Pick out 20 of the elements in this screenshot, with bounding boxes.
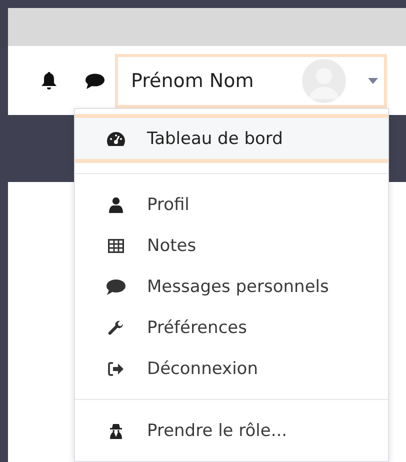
menu-item[interactable]: Profil xyxy=(75,184,388,225)
person-icon xyxy=(109,196,123,212)
table-icon xyxy=(108,238,124,252)
avatar-icon xyxy=(302,58,346,102)
menu-item[interactable]: Notes xyxy=(75,225,388,266)
user-name: Prénom Nom xyxy=(131,70,255,92)
user-menu-button[interactable]: Prénom Nom xyxy=(115,54,387,108)
wrench-icon xyxy=(108,320,124,336)
menu-item[interactable]: Messages personnels xyxy=(75,266,388,307)
chat-bubble-icon[interactable] xyxy=(85,72,105,88)
menu-item[interactable]: Tableau de bord xyxy=(75,114,388,163)
chat-bubble-icon xyxy=(106,278,126,294)
spy-icon xyxy=(109,422,123,438)
dashboard-icon xyxy=(106,130,126,146)
caret-icon xyxy=(368,78,378,84)
sign-out-icon xyxy=(108,362,124,376)
menu-item[interactable]: Préférences xyxy=(75,307,388,348)
menu-item[interactable]: Déconnexion xyxy=(75,348,388,389)
bell-icon[interactable] xyxy=(41,72,57,90)
menu-item[interactable]: Prendre le rôle... xyxy=(75,410,388,451)
